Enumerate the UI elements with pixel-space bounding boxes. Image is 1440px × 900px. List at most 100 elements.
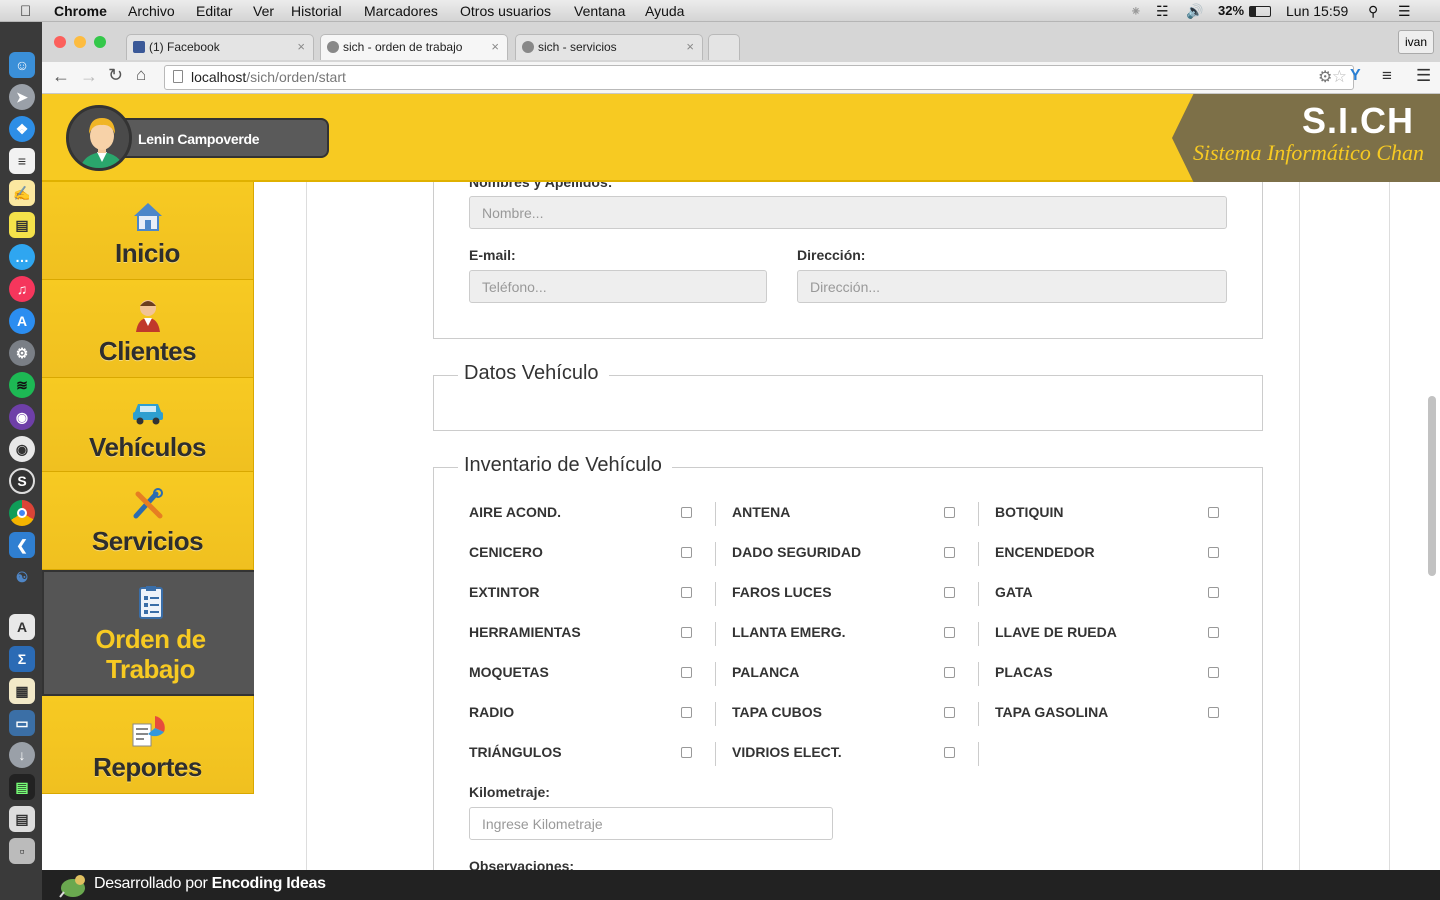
terminal-icon[interactable]: ▤ — [9, 774, 35, 800]
clock[interactable]: Lun 15:59 — [1286, 3, 1348, 19]
sidebar-item-clientes[interactable]: Clientes — [42, 280, 254, 378]
menu-historial[interactable]: Historial — [291, 3, 342, 19]
postgres-icon[interactable]: ☯ — [9, 564, 35, 590]
trash-icon[interactable]: ▫ — [9, 838, 35, 864]
forward-icon[interactable]: → — [80, 66, 98, 87]
home-icon[interactable]: ⌂ — [136, 65, 146, 85]
inventory-checkbox[interactable] — [681, 507, 692, 518]
menu-marcadores[interactable]: Marcadores — [364, 3, 438, 19]
inventory-checkbox[interactable] — [944, 627, 955, 638]
sidebar-item-vehiculos[interactable]: Vehículos — [42, 378, 254, 472]
sidebar-item-servicios[interactable]: Servicios — [42, 472, 254, 570]
menu-ventana[interactable]: Ventana — [574, 3, 625, 19]
sidebar-item-reportes[interactable]: Reportes — [42, 696, 254, 794]
inventory-checkbox[interactable] — [944, 507, 955, 518]
messages-icon[interactable]: … — [9, 244, 35, 270]
address-input[interactable]: Dirección... — [797, 270, 1227, 303]
menu-otros-usuarios[interactable]: Otros usuarios — [460, 3, 551, 19]
inventory-checkbox[interactable] — [681, 707, 692, 718]
itunes-icon[interactable]: ♫ — [9, 276, 35, 302]
github-icon[interactable]: ◉ — [9, 404, 35, 430]
close-tab-icon[interactable]: × — [297, 39, 305, 54]
github-desktop-icon[interactable]: ◉ — [9, 436, 35, 462]
extension-off-icon[interactable]: ⚙ — [1318, 67, 1332, 87]
notes-icon[interactable]: ✍ — [9, 180, 35, 206]
menu-ayuda[interactable]: Ayuda — [645, 3, 684, 19]
names-input[interactable]: Nombre... — [469, 196, 1227, 229]
sigma-app-icon[interactable]: Σ — [9, 646, 35, 672]
inventory-checkbox[interactable] — [1208, 547, 1219, 558]
inventory-checkbox[interactable] — [681, 667, 692, 678]
new-tab-button[interactable] — [708, 34, 740, 60]
km-input[interactable]: Ingrese Kilometraje — [469, 807, 833, 840]
avatar[interactable] — [66, 105, 132, 171]
inventory-checkbox[interactable] — [944, 587, 955, 598]
menu-archivo[interactable]: Archivo — [128, 3, 175, 19]
scrivener-icon[interactable]: S — [9, 468, 35, 494]
apple-icon[interactable]:  — [20, 3, 31, 20]
inventory-checkbox[interactable] — [681, 627, 692, 638]
safari-icon[interactable]: ❖ — [9, 116, 35, 142]
inventory-checkbox[interactable] — [944, 667, 955, 678]
extension-y-icon[interactable]: Y — [1350, 67, 1361, 85]
battery-icon[interactable] — [1249, 6, 1271, 17]
volume-icon[interactable]: 🔊 — [1186, 3, 1203, 20]
launchpad-icon[interactable]: ➤ — [9, 84, 35, 110]
downloads-icon[interactable]: ↓ — [9, 742, 35, 768]
tab-title: sich - orden de trabajo — [343, 40, 463, 54]
instruments-icon[interactable]: A — [9, 614, 35, 640]
reload-icon[interactable]: ↻ — [108, 65, 123, 86]
inventory-checkbox[interactable] — [944, 547, 955, 558]
spotify-icon[interactable]: ≋ — [9, 372, 35, 398]
spotlight-icon[interactable]: ⚲ — [1368, 3, 1378, 20]
minimize-window-icon[interactable] — [74, 36, 86, 48]
stickies-icon[interactable]: ▤ — [9, 212, 35, 238]
brand-title: S.I.CH — [1301, 100, 1414, 141]
system-preferences-icon[interactable]: ⚙ — [9, 340, 35, 366]
footer-company-link[interactable]: Encoding Ideas — [212, 875, 326, 892]
user-name[interactable]: Lenin Campoverde — [102, 118, 329, 158]
reminders-icon[interactable]: ≡ — [9, 148, 35, 174]
inventory-checkbox[interactable] — [681, 747, 692, 758]
app-store-icon[interactable]: A — [9, 308, 35, 334]
page-scrollbar[interactable] — [1428, 396, 1436, 576]
inventory-checkbox[interactable] — [944, 747, 955, 758]
inventory-checkbox[interactable] — [1208, 587, 1219, 598]
menu-app-name[interactable]: Chrome — [54, 3, 107, 19]
close-window-icon[interactable] — [54, 36, 66, 48]
inventory-checkbox[interactable] — [1208, 707, 1219, 718]
chrome-menu-icon[interactable]: ☰ — [1416, 66, 1431, 86]
inventory-checkbox[interactable] — [681, 587, 692, 598]
profile-button[interactable]: ivan — [1398, 30, 1434, 54]
close-tab-icon[interactable]: × — [686, 39, 694, 54]
close-tab-icon[interactable]: × — [491, 39, 499, 54]
notification-center-icon[interactable]: ☰ — [1398, 3, 1411, 20]
inventory-checkbox[interactable] — [944, 707, 955, 718]
chrome-icon[interactable] — [9, 500, 35, 526]
preview-icon[interactable]: ▦ — [9, 678, 35, 704]
finder-icon[interactable]: ☺ — [9, 52, 35, 78]
folder-stack-icon[interactable]: ▤ — [9, 806, 35, 832]
email-input[interactable]: Teléfono... — [469, 270, 767, 303]
inventory-checkbox[interactable] — [1208, 507, 1219, 518]
menu-editar[interactable]: Editar — [196, 3, 233, 19]
tab-orden-trabajo[interactable]: sich - orden de trabajo × — [320, 34, 508, 60]
inventory-checkbox[interactable] — [1208, 627, 1219, 638]
extension-stack-icon[interactable]: ≡ — [1382, 66, 1392, 86]
sidebar-item-inicio[interactable]: Inicio — [42, 182, 254, 280]
sidebar-item-orden-trabajo[interactable]: Orden de Trabajo — [42, 570, 259, 696]
tab-servicios[interactable]: sich - servicios × — [515, 34, 703, 60]
inventory-item-label: EXTINTOR — [469, 584, 540, 600]
back-icon[interactable]: ← — [52, 66, 70, 87]
bookmark-star-icon[interactable]: ☆ — [1332, 67, 1347, 87]
bluetooth-icon[interactable]: ⁕ — [1130, 3, 1142, 20]
wifi-icon[interactable]: ☵ — [1156, 3, 1169, 20]
vscode-icon[interactable]: ❮ — [9, 532, 35, 558]
inventory-checkbox[interactable] — [681, 547, 692, 558]
menu-ver[interactable]: Ver — [253, 3, 274, 19]
inventory-checkbox[interactable] — [1208, 667, 1219, 678]
address-bar[interactable]: localhost/sich/orden/start ☆ — [164, 65, 1354, 90]
tab-facebook[interactable]: (1) Facebook × — [126, 34, 314, 60]
screen-icon[interactable]: ▭ — [9, 710, 35, 736]
maximize-window-icon[interactable] — [94, 36, 106, 48]
